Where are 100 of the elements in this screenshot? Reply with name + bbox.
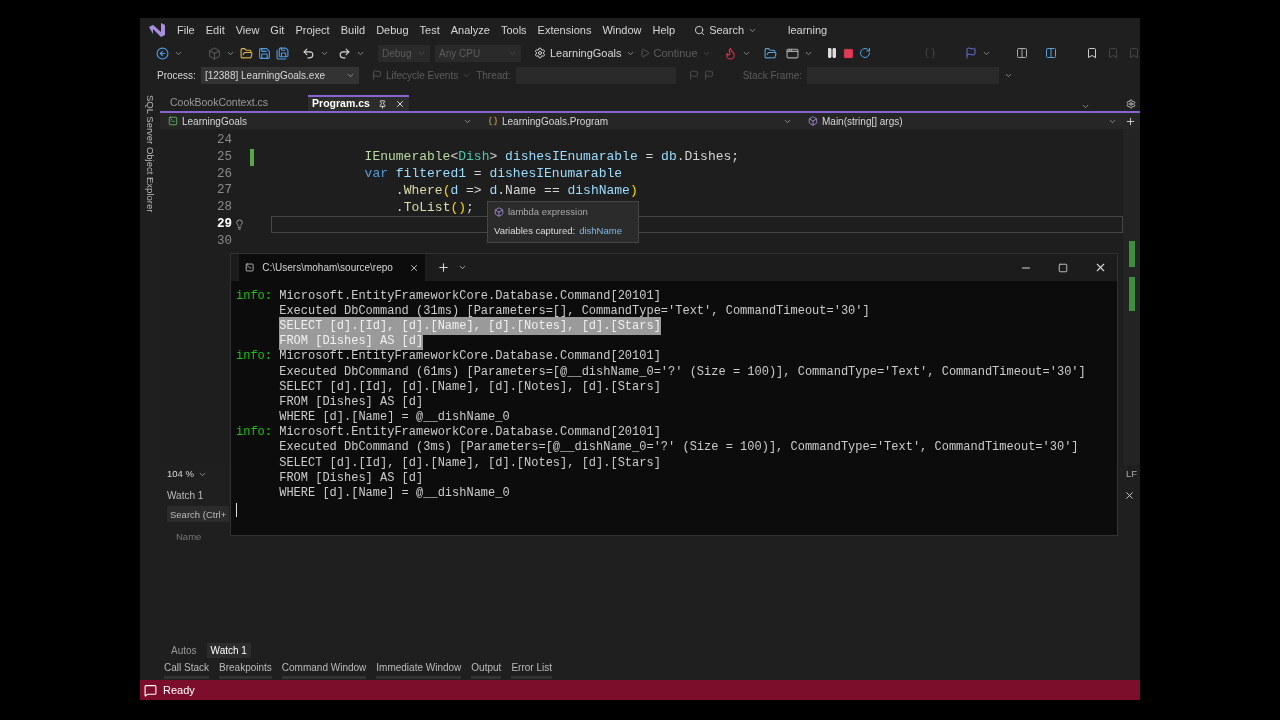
menu-item[interactable]: Help	[652, 21, 676, 39]
console-icon	[168, 116, 178, 126]
terminal-line: Microsoft.EntityFrameworkCore.Database.Command[20101]	[279, 424, 661, 441]
notification-icon[interactable]	[144, 683, 157, 697]
lambda-icon	[494, 207, 504, 218]
close-icon[interactable]	[1124, 489, 1135, 501]
menu-item[interactable]: Debug	[376, 21, 409, 39]
app-logo	[148, 22, 166, 38]
terminal-line: WHERE [d].[Name] = @__dishName_0	[279, 485, 510, 503]
menu-item[interactable]: Git	[270, 21, 285, 39]
save-all-icon[interactable]	[276, 46, 289, 60]
panel-tab[interactable]: Autos	[167, 642, 201, 658]
folder-icon[interactable]	[240, 46, 253, 60]
text-cursor	[236, 502, 237, 517]
tooltip-label: Variables captured:	[494, 224, 576, 239]
line-ending[interactable]: LF	[1125, 466, 1137, 482]
terminal-line: FROM [Dishes] AS [d]	[279, 469, 424, 487]
braces-icon	[488, 116, 498, 126]
bookmark-icon[interactable]	[1085, 47, 1098, 59]
line-number: 28	[216, 199, 232, 217]
terminal-line: SELECT [d].[Id], [d].[Name], [d].[Notes], [d].[Stars]	[279, 378, 661, 396]
restart-icon[interactable]	[858, 47, 871, 59]
columns-icon[interactable]	[1044, 47, 1057, 59]
folder-icon[interactable]	[763, 46, 777, 60]
menu-item[interactable]: File	[177, 21, 195, 39]
menu-item[interactable]: Extensions	[537, 21, 592, 39]
cube-icon	[808, 116, 818, 126]
menu-item[interactable]: Project	[295, 21, 330, 39]
redo-icon[interactable]	[338, 46, 351, 60]
search-icon	[694, 24, 706, 36]
terminal-line: Microsoft.EntityFrameworkCore.Database.Command[20101]	[279, 287, 661, 305]
type-dropdown[interactable]: LearningGoals.Program	[480, 113, 800, 129]
line-number: 30	[216, 232, 232, 250]
split-icon[interactable]	[1125, 115, 1136, 127]
document-tab[interactable]: CookBookContext.cs	[166, 95, 273, 111]
new-tab-icon[interactable]	[437, 261, 450, 274]
line-number: 26	[216, 165, 232, 183]
code-line: var filtered1 = dishesIEnumarable	[364, 165, 623, 184]
pin-icon[interactable]	[377, 99, 387, 109]
change-marker	[250, 148, 254, 166]
tooltip-value: dishName	[579, 224, 622, 239]
close-icon[interactable]	[1094, 261, 1107, 274]
project-dropdown[interactable]: LearningGoals	[160, 113, 480, 129]
window-icon[interactable]	[785, 46, 799, 60]
flag-icon	[371, 70, 382, 80]
stop-icon[interactable]	[842, 47, 854, 59]
undo-icon[interactable]	[302, 46, 315, 60]
document-tab[interactable]: Program.cs	[308, 95, 409, 111]
caret-icon	[1081, 102, 1090, 111]
columns-icon[interactable]	[1015, 47, 1028, 59]
maximize-icon[interactable]	[1058, 262, 1068, 273]
terminal-line: FROM [Dishes] AS [d]	[279, 393, 424, 411]
start-project-button[interactable]: LearningGoals	[534, 44, 635, 62]
panel-tab[interactable]: Watch 1	[206, 642, 251, 658]
log-level: info:	[236, 288, 272, 303]
solution-name: learning	[788, 22, 828, 38]
zoom-level[interactable]: 104 %	[167, 466, 194, 482]
line-number: 29	[216, 216, 232, 233]
play-icon	[639, 48, 650, 58]
menu-item[interactable]: Tools	[500, 21, 527, 39]
search-button[interactable]: Search	[694, 21, 757, 39]
menu-item[interactable]: Test	[419, 21, 440, 39]
menu-item[interactable]: Analyze	[450, 21, 490, 39]
process-label: Process:	[157, 68, 196, 83]
nav-label: LearningGoals.Program	[502, 114, 609, 129]
log-level: info:	[236, 425, 272, 440]
line-number: 27	[216, 182, 232, 200]
nav-label: LearningGoals	[182, 114, 248, 129]
menu-item[interactable]: Build	[340, 21, 366, 39]
code-line: .ToList();	[395, 198, 474, 217]
close-icon[interactable]	[394, 99, 405, 109]
column-header: Name	[176, 530, 202, 544]
terminal-line: Executed DbCommand (61ms) [Parameters=[@__dishName_0='?' (Size = 100)], CommandType='Text', CommandTimeout='30']	[279, 363, 1086, 381]
hot-reload-icon[interactable]	[723, 46, 737, 60]
stack-frame-label: Stack Frame:	[742, 68, 803, 83]
status-text: Ready	[163, 682, 195, 698]
panel-title: Watch 1	[167, 488, 204, 503]
process-dropdown[interactable]: [12388] LearningGoals.exe	[200, 66, 359, 84]
terminal-tab[interactable]: C:\Users\moham\source\repo	[239, 254, 425, 281]
terminal-line: SELECT [d].[Id], [d].[Name], [d].[Notes], [d].[Stars]	[279, 454, 661, 472]
flag-icon[interactable]	[964, 47, 977, 59]
code-line: IEnumerable<Dish> dishesIEnumarable = db.Dishes;	[364, 148, 740, 167]
menu-item[interactable]: Edit	[205, 21, 225, 39]
code-line: .Where(d => d.Name == dishName)	[395, 182, 638, 201]
lightbulb-icon[interactable]	[233, 218, 245, 230]
gear-icon	[534, 47, 546, 59]
menu-item[interactable]: View	[235, 21, 260, 39]
back-icon[interactable]	[156, 46, 169, 60]
line-number: 25	[216, 148, 232, 166]
terminal-line: Microsoft.EntityFrameworkCore.Database.Command[20101]	[279, 348, 661, 366]
search-field[interactable]: Search (Ctrl+	[167, 506, 229, 522]
side-tab[interactable]: SQL Server Object Explorer	[142, 95, 158, 213]
menu-item[interactable]: Window	[602, 21, 642, 39]
save-icon[interactable]	[258, 46, 271, 60]
terminal-icon	[245, 262, 255, 273]
member-dropdown[interactable]: Main(string[] args)	[800, 113, 1125, 129]
terminal-line: WHERE [d].[Name] = @__dishName_0	[279, 409, 510, 426]
pause-icon[interactable]	[825, 47, 838, 59]
settings-icon[interactable]	[1126, 99, 1136, 109]
tooltip-title: lambda expression	[508, 205, 588, 219]
